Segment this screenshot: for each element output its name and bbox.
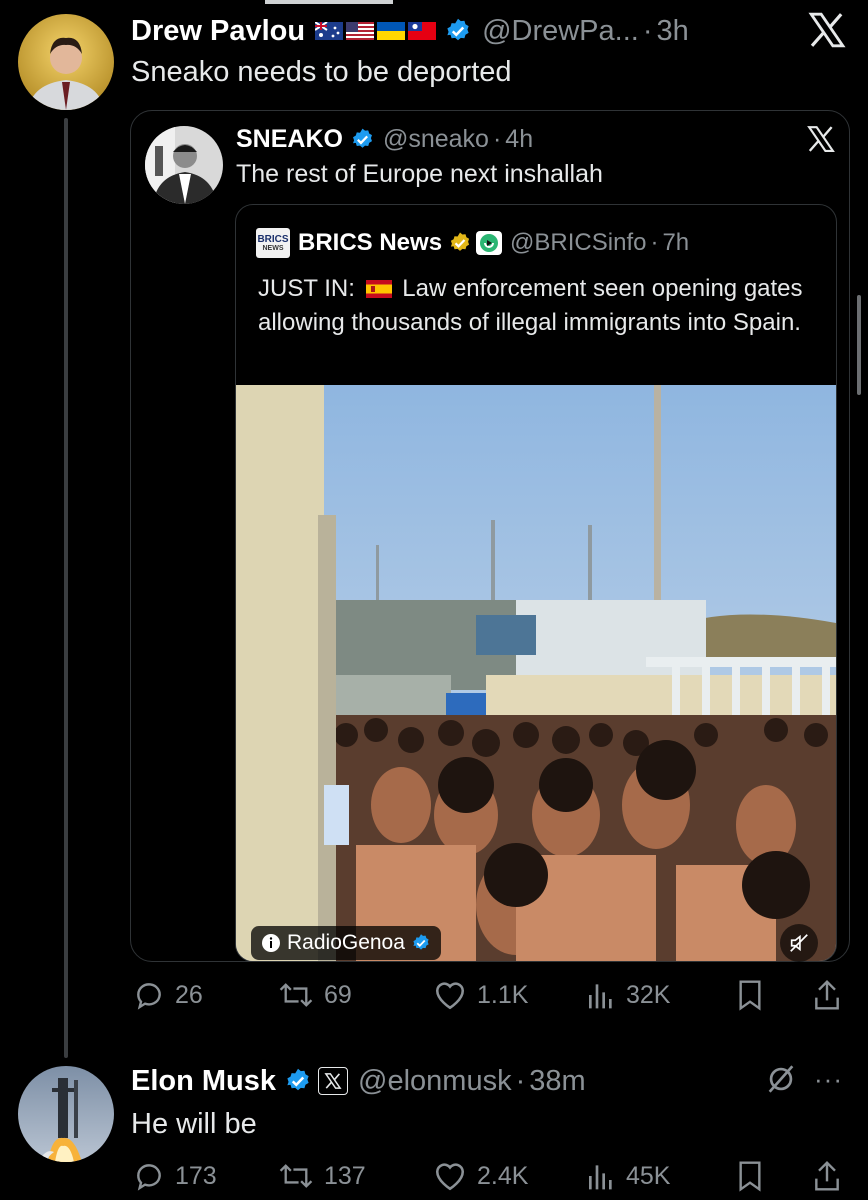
tweet2-text: He will be: [131, 1108, 257, 1140]
scrollbar-thumb[interactable]: [857, 295, 861, 395]
repost-icon: [279, 1164, 313, 1188]
verified-badge-icon: [447, 18, 469, 41]
taiwan-flag-icon: [408, 22, 437, 40]
info-circle-icon: [262, 934, 280, 952]
tweet1-action-bar: 26 69 1.1K 32K: [0, 975, 868, 1019]
mute-video-button[interactable]: [780, 924, 818, 962]
tweet-time[interactable]: 7h: [662, 229, 689, 257]
speaker-muted-icon: [790, 934, 808, 952]
credit-name: RadioGenoa: [287, 931, 405, 954]
reply-button[interactable]: 26: [133, 979, 203, 1011]
australia-flag-icon: [315, 22, 344, 40]
avatar-elon-musk[interactable]: [18, 1066, 114, 1162]
views-chart-icon: [589, 1165, 612, 1190]
share-icon: [815, 1160, 839, 1191]
tweet2-header: Elon Musk @elonmusk · 38m: [131, 1064, 586, 1098]
like-button[interactable]: 2.4K: [433, 1160, 528, 1192]
affiliation-badge-icon: [476, 231, 503, 255]
repost-icon: [279, 983, 313, 1007]
reply-count: 173: [175, 1161, 217, 1190]
author-name[interactable]: Elon Musk: [131, 1065, 276, 1098]
avatar-sneako[interactable]: [145, 126, 223, 204]
usa-flag-icon: [346, 22, 375, 40]
quote2-header: BRICS NEWS BRICS News @BRICSinfo · 7h: [256, 228, 690, 258]
reply-button[interactable]: 173: [133, 1160, 217, 1192]
views-button[interactable]: 32K: [586, 979, 670, 1011]
tweet-time[interactable]: 3h: [657, 15, 689, 48]
repost-count: 137: [324, 1161, 366, 1190]
tweet2-action-bar: 173 137 2.4K 45K: [0, 1156, 868, 1200]
reply-icon: [137, 983, 161, 1010]
quote1-header: SNEAKO @sneako · 4h: [236, 124, 534, 154]
status-bar-indicator: [265, 0, 393, 4]
avatar-drew-pavlou[interactable]: [18, 14, 114, 110]
author-handle[interactable]: @DrewPa...: [482, 15, 639, 48]
x-logo-icon: [806, 10, 848, 55]
bookmark-icon: [739, 1161, 761, 1192]
bookmark-button[interactable]: [736, 979, 764, 1011]
like-button[interactable]: 1.1K: [433, 979, 528, 1011]
crowd-photo: [236, 385, 836, 961]
heart-icon: [435, 982, 465, 1010]
author-handle[interactable]: @elonmusk: [358, 1065, 512, 1098]
tweet1-text: Sneako needs to be deported: [131, 56, 512, 88]
x-affiliation-badge-icon: [318, 1067, 349, 1095]
heart-icon: [435, 1163, 465, 1191]
media-image[interactable]: [236, 385, 836, 961]
author-name[interactable]: Drew Pavlou: [131, 15, 305, 48]
share-button[interactable]: [812, 1160, 842, 1192]
just-in-label: JUST IN:: [258, 275, 355, 302]
repost-count: 69: [324, 980, 352, 1009]
x-logo-icon: [806, 124, 836, 159]
verified-badge-icon: [413, 934, 429, 950]
spain-flag-icon: [365, 280, 392, 298]
share-button[interactable]: [812, 979, 842, 1011]
tweet-time[interactable]: 4h: [505, 125, 533, 154]
reply-icon: [137, 1164, 161, 1191]
author-handle[interactable]: @sneako: [383, 125, 489, 154]
bookmark-button[interactable]: [736, 1160, 764, 1192]
author-handle[interactable]: @BRICSinfo: [510, 229, 646, 257]
grok-icon[interactable]: [764, 1062, 798, 1101]
verified-badge-icon: [352, 128, 372, 148]
views-count: 45K: [626, 1161, 671, 1190]
share-icon: [815, 979, 839, 1010]
views-chart-icon: [589, 984, 612, 1009]
media-credit-chip[interactable]: RadioGenoa: [251, 926, 441, 960]
author-name[interactable]: SNEAKO: [236, 125, 343, 154]
verified-badge-icon: [287, 1068, 309, 1091]
views-button[interactable]: 45K: [586, 1160, 670, 1192]
thread-connector-line: [64, 118, 68, 1058]
more-options-icon[interactable]: ···: [814, 1064, 843, 1095]
views-count: 32K: [626, 980, 671, 1009]
brics-news-logo-icon: BRICS NEWS: [256, 228, 290, 258]
quote2-text: JUST IN: Law enforcement seen opening ga…: [258, 272, 818, 340]
repost-button[interactable]: 69: [278, 979, 352, 1011]
quote1-text: The rest of Europe next inshallah: [236, 160, 603, 188]
like-count: 1.1K: [477, 980, 529, 1009]
reply-count: 26: [175, 980, 203, 1009]
author-name[interactable]: BRICS News: [298, 229, 442, 257]
ukraine-flag-icon: [377, 22, 406, 40]
repost-button[interactable]: 137: [278, 1160, 366, 1192]
tweet1-header: Drew Pavlou @DrewPa... · 3h: [131, 14, 689, 48]
verified-gold-badge-icon: [450, 232, 470, 251]
country-flags: [315, 22, 437, 40]
bookmark-icon: [739, 980, 761, 1011]
tweet-time[interactable]: 38m: [529, 1065, 585, 1098]
like-count: 2.4K: [477, 1161, 529, 1190]
